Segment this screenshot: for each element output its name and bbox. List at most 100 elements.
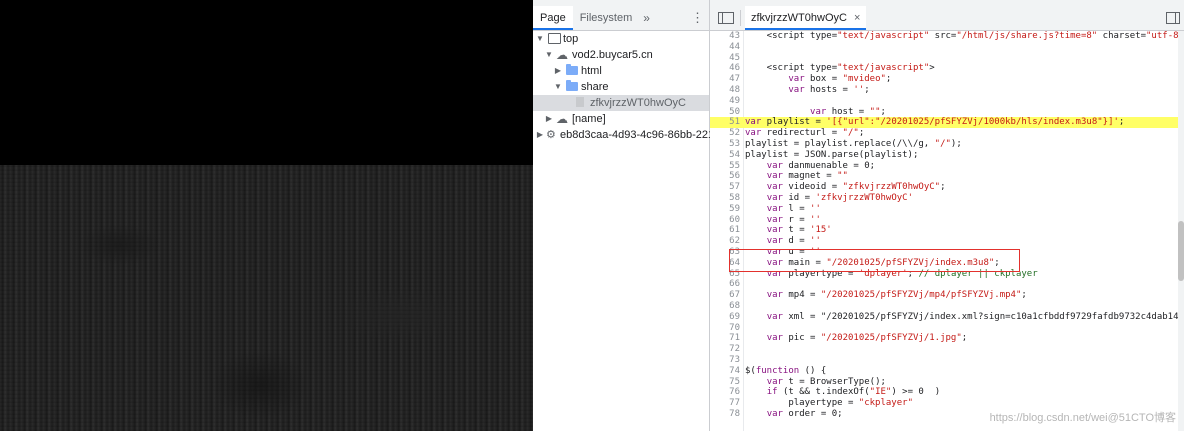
scrollbar-thumb[interactable] [1178,221,1184,281]
tree-item-label: zfkvjrzzWT0hwOyC [590,97,686,109]
line-number[interactable]: 71 [710,333,740,344]
tree-item-name[interactable]: ▶ ☁ [name] [533,111,709,127]
line-number[interactable]: 59 [710,204,740,215]
line-number[interactable]: 60 [710,215,740,226]
code-line[interactable]: 59 var l = '' [710,204,1184,215]
code-text: var pic = "/20201025/pfSFYZVj/1.jpg"; [766,333,968,344]
cloud-icon: ☁ [556,48,568,62]
line-number[interactable]: 57 [710,182,740,193]
toggle-navigator-icon[interactable] [718,12,734,24]
code-line[interactable]: 66 [710,279,1184,290]
code-text: playertype = "ckplayer" [745,398,913,409]
line-number[interactable]: 50 [710,107,740,118]
tree-item-extension[interactable]: ▶ ⚙ eb8d3caa-4d93-4c96-86bb-2212e7 [533,127,733,143]
tree-item-domain[interactable]: ▼ ☁ vod2.buycar5.cn [533,47,709,63]
line-number[interactable]: 74 [710,366,740,377]
code-line[interactable]: 72 [710,344,1184,355]
code-line[interactable]: 77 playertype = "ckplayer" [710,398,1184,409]
code-line[interactable]: 47 var box = "mvideo"; [710,74,1184,85]
vertical-scrollbar[interactable] [1178,31,1184,431]
line-number[interactable]: 78 [710,409,740,420]
expanded-triangle-icon[interactable]: ▼ [535,31,545,47]
line-number[interactable]: 53 [710,139,740,150]
code-line[interactable]: 49 [710,96,1184,107]
tab-label: zfkvjrzzWT0hwOyC [751,12,847,24]
code-line[interactable]: 52 var redirecturl = "/"; [710,128,1184,139]
code-line[interactable]: 46 <script type="text/javascript"> [710,63,1184,74]
expanded-triangle-icon[interactable]: ▼ [544,47,554,63]
line-number[interactable]: 73 [710,355,740,366]
line-number[interactable]: 70 [710,323,740,334]
tab-source-file[interactable]: zfkvjrzzWT0hwOyC × [745,6,867,30]
line-number[interactable]: 58 [710,193,740,204]
tab-page[interactable]: Page [533,6,573,30]
code-line[interactable]: 62 var d = '' [710,236,1184,247]
code-line[interactable]: 55 var danmuenable = 0; [710,161,1184,172]
file-icon [576,97,584,107]
line-number[interactable]: 55 [710,161,740,172]
code-area[interactable]: 43 <script type="text/javascript" src="/… [710,31,1184,431]
line-number[interactable]: 75 [710,377,740,388]
code-line[interactable]: 45 [710,53,1184,64]
line-number[interactable]: 61 [710,225,740,236]
line-number[interactable]: 46 [710,63,740,74]
line-number[interactable]: 52 [710,128,740,139]
code-line[interactable]: 51 var playlist = '[{"url":"/20201025/pfS… [710,117,1184,129]
line-number[interactable]: 69 [710,312,740,323]
line-number[interactable]: 68 [710,301,740,312]
tree-item-label: eb8d3caa-4d93-4c96-86bb-2212e7 [560,129,733,141]
line-number[interactable]: 54 [710,150,740,161]
code-line[interactable]: 43 <script type="text/javascript" src="/… [710,31,1184,42]
code-line[interactable]: 56 var magnet = "" [710,171,1184,182]
tree-item-share[interactable]: ▼ share [533,79,709,95]
line-number[interactable]: 43 [710,31,740,42]
collapsed-triangle-icon[interactable]: ▶ [535,127,545,143]
close-icon[interactable]: × [854,12,860,24]
line-number[interactable]: 67 [710,290,740,301]
line-number[interactable]: 51 [710,117,740,128]
code-line[interactable]: 57 var videoid = "zfkvjrzzWT0hwOyC"; [710,182,1184,193]
line-number[interactable]: 62 [710,236,740,247]
line-number[interactable]: 66 [710,279,740,290]
line-number[interactable]: 77 [710,398,740,409]
collapsed-triangle-icon[interactable]: ▶ [553,63,563,79]
code-line[interactable]: 58 var id = 'zfkvjrzzWT0hwOyC' [710,193,1184,204]
code-line[interactable]: 54 playlist = JSON.parse(playlist); [710,150,1184,161]
code-line[interactable]: 68 [710,301,1184,312]
line-number[interactable]: 44 [710,42,740,53]
line-number[interactable]: 72 [710,344,740,355]
code-line[interactable]: 60 var r = '' [710,215,1184,226]
line-number[interactable]: 47 [710,74,740,85]
code-line[interactable]: 75 var t = BrowserType(); [710,377,1184,388]
file-tree: ▼ top ▼ ☁ vod2.buycar5.cn ▶ html ▼ share… [533,31,733,143]
code-line[interactable]: 69 var xml = "/20201025/pfSFYZVj/index.x… [710,312,1184,323]
toggle-debugger-icon[interactable] [1166,12,1180,24]
code-line[interactable]: 61 var t = '15' [710,225,1184,236]
expanded-triangle-icon[interactable]: ▼ [553,79,563,95]
code-line[interactable]: 53 playlist = playlist.replace(/\\/g, "/"… [710,139,1184,150]
line-number[interactable]: 45 [710,53,740,64]
code-line[interactable]: 71 var pic = "/20201025/pfSFYZVj/1.jpg"; [710,333,1184,344]
line-number[interactable]: 48 [710,85,740,96]
navigator-tabbar: Page Filesystem » ⋮ [533,6,709,31]
line-number[interactable]: 49 [710,96,740,107]
more-tabs-icon[interactable]: » [639,11,654,25]
tree-item-top[interactable]: ▼ top [533,31,709,47]
code-text: var box = "mvideo"; [788,74,892,85]
tab-filesystem[interactable]: Filesystem [573,6,640,30]
kebab-menu-icon[interactable]: ⋮ [691,10,704,26]
tree-item-file[interactable]: zfkvjrzzWT0hwOyC [533,95,709,111]
collapsed-triangle-icon[interactable]: ▶ [544,111,554,127]
code-line[interactable]: 76 if (t && t.indexOf("IE") >= 0 ) [710,387,1184,398]
line-number[interactable]: 56 [710,171,740,182]
tree-item-html[interactable]: ▶ html [533,63,709,79]
code-line[interactable]: 44 [710,42,1184,53]
code-line[interactable]: 70 [710,323,1184,334]
code-text: var r = '' [766,214,821,225]
code-line[interactable]: 67 var mp4 = "/20201025/pfSFYZVj/mp4/pfS… [710,290,1184,301]
line-number[interactable]: 76 [710,387,740,398]
code-line[interactable]: 48 var hosts = ''; [710,85,1184,96]
code-line[interactable]: 73 [710,355,1184,366]
code-line[interactable]: 50 var host = ""; [710,107,1184,118]
code-line[interactable]: 74 $(function () { [710,366,1184,377]
